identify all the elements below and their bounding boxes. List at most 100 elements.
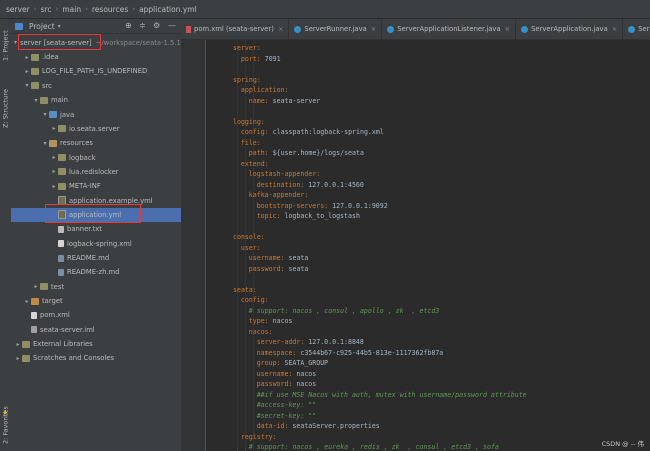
editor-tab[interactable]: ServerApplication.java ×	[516, 19, 624, 39]
collapse-all-icon[interactable]: ≑	[139, 21, 146, 30]
highlight-box-server-module	[18, 34, 101, 50]
code-view[interactable]: 1server:2port: 709134spring:5application…	[205, 40, 650, 451]
tree-item[interactable]: ▾ resources	[11, 136, 181, 150]
chevron-down-icon[interactable]: ▾	[14, 39, 17, 46]
tree-item[interactable]: ▸ io.seata.server	[11, 122, 181, 136]
tree-item[interactable]: README-zh.md	[11, 266, 181, 280]
tree-item[interactable]: ▸ logback	[11, 151, 181, 165]
tree-item-label: README-zh.md	[67, 268, 120, 277]
close-icon[interactable]: ×	[371, 25, 376, 33]
tree-item[interactable]: ▸ Scratches and Consoles	[11, 352, 181, 366]
code-value: ${user.home}/logs/seata	[268, 149, 364, 157]
tree-item[interactable]: ▸ target	[11, 294, 181, 308]
structure-tool-tab[interactable]: Z: Structure	[0, 85, 11, 133]
tree-item-label: pom.xml	[40, 311, 70, 320]
chevron-right-icon[interactable]: ▸	[23, 298, 31, 305]
tree-item-label: logback	[69, 153, 96, 162]
tree-item[interactable]: logback-spring.xml	[11, 237, 181, 251]
breadcrumb-item[interactable]: resources	[92, 5, 128, 14]
chevron-right-icon[interactable]: ▸	[50, 183, 58, 190]
code-value: seataServer.properties	[288, 422, 380, 430]
tree-item-label: README.md	[67, 254, 110, 262]
code-key: topic:	[256, 212, 281, 220]
hide-panel-icon[interactable]: —	[168, 21, 176, 30]
code-line: # support: nacos , consul , apollo , zk …	[249, 307, 440, 315]
code-line: spring:	[233, 76, 261, 84]
tree-item[interactable]: ▾ main	[11, 93, 181, 107]
chevron-down-icon[interactable]: ▾	[41, 111, 49, 118]
code-line: server-addr: 127.0.0.1:8848	[257, 338, 364, 346]
project-tool-tab[interactable]: 1: Project	[0, 23, 11, 69]
chevron-right-icon[interactable]: ▸	[50, 154, 58, 161]
code-key: config:	[240, 128, 269, 136]
chevron-right-icon[interactable]: ▸	[14, 341, 22, 348]
code-line: password: nacos	[257, 380, 317, 388]
code-value: SEATA_GROUP	[280, 359, 329, 367]
folder-icon	[58, 182, 66, 190]
close-icon[interactable]: ×	[278, 25, 283, 33]
tree-item[interactable]: ▾ src	[11, 79, 181, 93]
folder-icon	[31, 67, 39, 75]
star-icon: ★	[2, 409, 9, 417]
tree-item[interactable]: seata-server.iml	[11, 323, 181, 337]
close-icon[interactable]: ×	[505, 25, 510, 33]
tree-item-label: resources	[60, 139, 93, 148]
code-line: data-id: seataServer.properties	[257, 422, 380, 430]
close-icon[interactable]: ×	[612, 25, 617, 33]
chevron-down-icon[interactable]: ▾	[32, 97, 40, 104]
editor-tab-bar: pom.xml (seata-server) × ServerRunner.java…	[181, 19, 650, 40]
chevron-right-icon[interactable]: ▸	[50, 168, 58, 175]
tree-item[interactable]: ▾ java	[11, 108, 181, 122]
code-key: username:	[248, 254, 285, 262]
editor-tab[interactable]: pom.xml (seata-server) ×	[181, 19, 290, 39]
breadcrumb: server › src › main › resources › application.ym…	[0, 0, 650, 19]
code-value: seata-server	[268, 96, 321, 105]
code-key: group:	[256, 359, 281, 367]
folder-icon	[31, 82, 39, 90]
code-key: type:	[248, 317, 269, 325]
editor-tab-label: ServerApplication.java	[531, 25, 608, 33]
tree-item[interactable]: pom.xml	[11, 309, 181, 323]
tree-item[interactable]: ▸ test	[11, 280, 181, 294]
editor-tab[interactable]: Server.java×	[623, 19, 650, 39]
code-line: destination: 127.0.0.1:4560	[257, 181, 364, 189]
project-panel-title[interactable]: Project	[29, 22, 55, 31]
tree-item-label: logback-spring.xml	[67, 239, 132, 248]
breadcrumb-item[interactable]: src	[41, 5, 52, 14]
tree-item-label: banner.txt	[67, 225, 102, 234]
tree-item[interactable]: banner.txt	[11, 223, 181, 237]
project-panel-header: Project ▾ ⊕ ≑ ⚙ —	[11, 19, 181, 34]
editor-tab[interactable]: ServerApplicationListener.java ×	[382, 19, 517, 39]
tree-item[interactable]: README.md	[11, 251, 181, 265]
breadcrumb-item[interactable]: application.yml	[139, 5, 197, 14]
chevron-down-icon[interactable]: ▾	[58, 23, 61, 30]
watermark: CSDN @ -- 伟	[601, 440, 644, 448]
tree-item-label: test	[51, 282, 65, 291]
code-key: path:	[248, 149, 269, 157]
tree-item[interactable]: ▸ External Libraries	[11, 337, 181, 351]
tree-item[interactable]: ▸ LOG_FILE_PATH_IS_UNDEFINED	[11, 65, 181, 79]
chevron-right-icon[interactable]: ▸	[23, 54, 31, 61]
code-line: application:	[241, 86, 289, 94]
tree-item[interactable]: ▸ .idea	[11, 50, 181, 64]
breadcrumb-item[interactable]: main	[62, 5, 81, 14]
code-line: username: nacos	[257, 370, 317, 378]
code-key: password:	[248, 264, 285, 273]
breadcrumb-item[interactable]: server	[6, 5, 30, 14]
chevron-right-icon[interactable]: ▸	[50, 125, 58, 132]
code-comment: # support: nacos , consul , apollo , zk …	[248, 306, 440, 315]
chevron-down-icon[interactable]: ▾	[23, 82, 31, 89]
md-file-icon	[58, 268, 64, 276]
tree-item[interactable]: ▸ lua.redislocker	[11, 165, 181, 179]
breadcrumb-separator-icon: ›	[33, 5, 37, 13]
chevron-down-icon[interactable]: ▾	[41, 140, 49, 147]
chevron-right-icon[interactable]: ▸	[14, 355, 22, 362]
locate-icon[interactable]: ⊕	[125, 21, 132, 30]
editor-tab[interactable]: ServerRunner.java ×	[289, 19, 383, 39]
chevron-right-icon[interactable]: ▸	[32, 283, 40, 290]
code-line: kafka-appender:	[249, 191, 309, 199]
code-key: kafka-appender:	[248, 191, 309, 199]
tree-item[interactable]: ▸ META-INF	[11, 180, 181, 194]
chevron-right-icon[interactable]: ▸	[23, 68, 31, 75]
gear-icon[interactable]: ⚙	[153, 21, 160, 30]
